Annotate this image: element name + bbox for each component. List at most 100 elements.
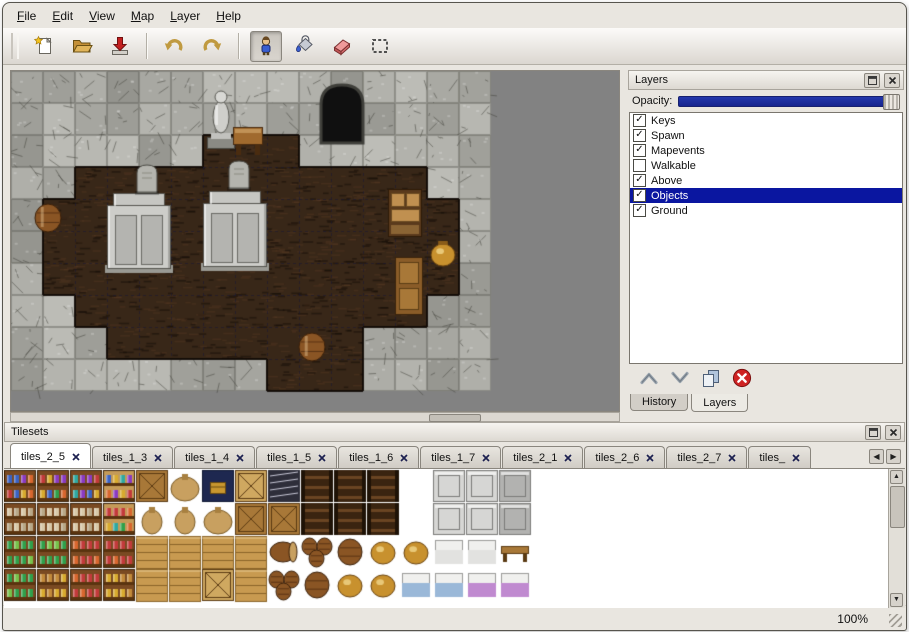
toolbar-separator	[146, 33, 148, 59]
layer-visibility-checkbox[interactable]: ✓	[633, 189, 646, 202]
layer-row-mapevents[interactable]: ✓ Mapevents	[630, 143, 902, 158]
menu-item-layer[interactable]: Layer	[162, 5, 208, 27]
menu-item-edit[interactable]: Edit	[44, 5, 81, 27]
move-layer-up-icon	[638, 370, 660, 389]
layer-visibility-checkbox[interactable]: ✓	[633, 129, 646, 142]
layer-label: Spawn	[651, 130, 685, 142]
layer-row-spawn[interactable]: ✓ Spawn	[630, 128, 902, 143]
move-layer-down-button[interactable]	[669, 370, 691, 389]
layer-label: Mapevents	[651, 145, 705, 157]
layer-list: ✓Keys✓Spawn✓MapeventsWalkable✓Above✓Obje…	[629, 112, 903, 364]
undo-icon	[163, 35, 185, 57]
tileset-tab-tiles_1_5[interactable]: tiles_1_5	[256, 446, 337, 468]
layer-visibility-checkbox[interactable]: ✓	[633, 174, 646, 187]
layer-label: Above	[651, 175, 682, 187]
tab-close-icon[interactable]	[318, 454, 326, 462]
layer-row-keys[interactable]: ✓Keys	[630, 113, 902, 128]
tileset-tab-tiles_1_7[interactable]: tiles_1_7	[420, 446, 501, 468]
tileset-tab-tiles_[interactable]: tiles_	[748, 446, 811, 468]
tileset-tab-tiles_2_6[interactable]: tiles_2_6	[584, 446, 665, 468]
tileset-tab-tiles_1_3[interactable]: tiles_1_3	[92, 446, 173, 468]
tab-close-icon[interactable]	[482, 454, 490, 462]
float-icon[interactable]	[865, 425, 881, 440]
select-tool-button[interactable]	[364, 31, 396, 62]
dock-tab-layers[interactable]: Layers	[691, 394, 748, 412]
tileset-tab-label: tiles_	[759, 452, 785, 464]
menu-item-view[interactable]: View	[81, 5, 123, 27]
menu-item-help[interactable]: Help	[208, 5, 249, 27]
tab-close-icon[interactable]	[792, 454, 800, 462]
tab-close-icon[interactable]	[236, 454, 244, 462]
layer-visibility-checkbox[interactable]: ✓	[633, 204, 646, 217]
close-icon[interactable]	[884, 73, 900, 88]
map-hscroll-thumb[interactable]	[429, 414, 481, 422]
layer-actions	[628, 364, 904, 394]
scroll-up-icon[interactable]: ▲	[890, 470, 903, 484]
tab-close-icon[interactable]	[400, 454, 408, 462]
tileset-tab-label: tiles_2_6	[595, 452, 639, 464]
undo-button[interactable]	[158, 31, 190, 62]
layer-visibility-checkbox[interactable]	[633, 159, 646, 172]
tileset-tab-label: tiles_1_3	[103, 452, 147, 464]
move-layer-up-button[interactable]	[638, 370, 660, 389]
tileset-tab-tiles_1_4[interactable]: tiles_1_4	[174, 446, 255, 468]
float-icon[interactable]	[864, 73, 880, 88]
tileset-tab-label: tiles_2_5	[21, 451, 65, 463]
tilesets-dock-titlebar: Tilesets	[4, 422, 905, 442]
duplicate-layer-button[interactable]	[700, 368, 722, 391]
layer-row-walkable[interactable]: Walkable	[630, 158, 902, 173]
map-horizontal-scrollbar[interactable]	[10, 412, 620, 422]
move-layer-down-icon	[669, 370, 691, 389]
zoom-level: 100%	[837, 612, 868, 626]
status-bar: 100%	[3, 605, 906, 631]
tileset-content: ▲ ▼	[4, 468, 905, 608]
layer-label: Walkable	[651, 160, 696, 172]
redo-icon	[201, 35, 223, 57]
toolbar-handle[interactable]	[11, 33, 19, 59]
tileset-tab-tiles_2_5[interactable]: tiles_2_5	[10, 443, 91, 468]
tileset-tab-tiles_2_1[interactable]: tiles_2_1	[502, 446, 583, 468]
tab-close-icon[interactable]	[728, 454, 736, 462]
tab-close-icon[interactable]	[646, 454, 654, 462]
player-tool-button[interactable]	[250, 31, 282, 62]
tileset-canvas[interactable]	[4, 469, 889, 608]
tab-close-icon[interactable]	[564, 454, 572, 462]
save-file-button[interactable]	[104, 31, 136, 62]
layer-visibility-checkbox[interactable]: ✓	[633, 114, 646, 127]
tileset-vscroll-thumb[interactable]	[890, 486, 905, 528]
menu-item-file[interactable]: File	[9, 5, 44, 27]
map-canvas[interactable]	[11, 71, 619, 411]
fill-tool-icon	[293, 35, 315, 57]
resize-grip[interactable]	[889, 614, 902, 627]
eraser-tool-icon	[331, 35, 353, 57]
eraser-tool-button[interactable]	[326, 31, 358, 62]
tab-close-icon[interactable]	[72, 453, 80, 461]
fill-tool-button[interactable]	[288, 31, 320, 62]
dock-tab-history[interactable]: History	[630, 394, 688, 411]
delete-layer-button[interactable]	[731, 367, 753, 392]
tileset-tab-label: tiles_1_6	[349, 452, 393, 464]
redo-button[interactable]	[196, 31, 228, 62]
tileset-tab-tiles_2_7[interactable]: tiles_2_7	[666, 446, 747, 468]
new-file-button[interactable]	[28, 31, 60, 62]
layer-row-objects[interactable]: ✓Objects	[630, 188, 902, 203]
tab-scroll-right-button[interactable]: ▶	[886, 449, 901, 464]
open-file-button[interactable]	[66, 31, 98, 62]
opacity-slider[interactable]	[678, 96, 900, 107]
tab-scroll-left-button[interactable]: ◀	[869, 449, 884, 464]
tileset-tab-row: tiles_2_5 tiles_1_3 tiles_1_4tiles_1_5 tile…	[4, 442, 905, 468]
tileset-vertical-scrollbar[interactable]: ▲ ▼	[888, 469, 905, 608]
close-icon[interactable]	[885, 425, 901, 440]
tileset-tab-label: tiles_1_7	[431, 452, 475, 464]
layer-row-ground[interactable]: ✓Ground	[630, 203, 902, 218]
opacity-slider-handle[interactable]	[883, 94, 900, 110]
menu-item-map[interactable]: Map	[123, 5, 162, 27]
layer-visibility-checkbox[interactable]: ✓	[633, 144, 646, 157]
tab-close-icon[interactable]	[154, 454, 162, 462]
opacity-row: Opacity:	[628, 90, 904, 112]
layer-row-above[interactable]: ✓ Above	[630, 173, 902, 188]
scroll-down-icon[interactable]: ▼	[890, 593, 903, 607]
layers-dock-title: Layers	[635, 74, 860, 86]
tileset-tab-tiles_1_6[interactable]: tiles_1_6	[338, 446, 419, 468]
tileset-tab-label: tiles_2_7	[677, 452, 721, 464]
